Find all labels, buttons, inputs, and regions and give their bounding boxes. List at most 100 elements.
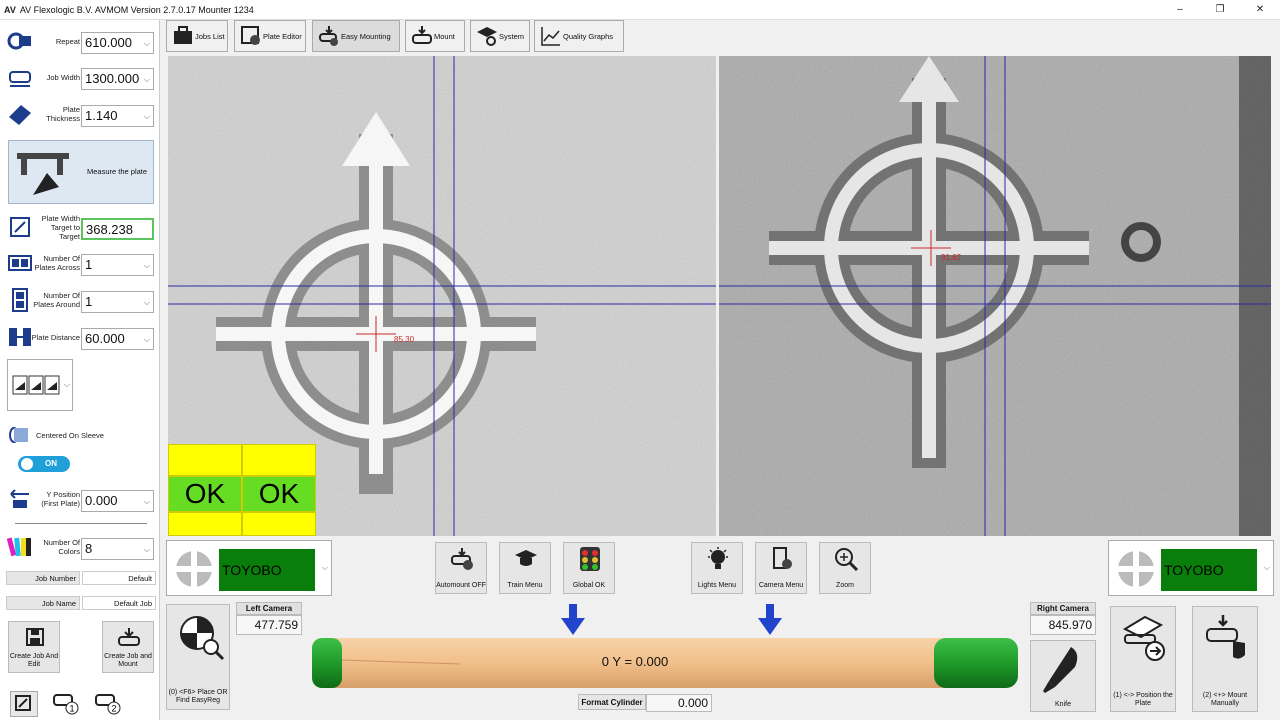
maximize-button[interactable]: ❐ — [1200, 0, 1240, 20]
ok-cell-top-right — [242, 444, 316, 476]
left-material-select[interactable]: TOYOBO ⌵ — [166, 540, 332, 596]
automount-button[interactable]: Automount OFF — [435, 542, 487, 594]
mount-label: Mount — [434, 32, 455, 41]
minimize-button[interactable]: – — [1160, 0, 1200, 20]
close-button[interactable]: ✕ — [1240, 0, 1280, 20]
position-plate-label: (1) <-> Position the Plate — [1113, 692, 1173, 707]
zoom-button[interactable]: Zoom — [819, 542, 871, 594]
right-camera-value: 845.970 — [1030, 615, 1096, 635]
chevron-down-icon[interactable]: ⌵ — [144, 73, 150, 87]
ok-cell-bottom-right — [242, 512, 316, 536]
plate-width-label: Plate Width Target to Target — [41, 213, 80, 241]
plate-layout-select[interactable]: ⌵ — [7, 359, 73, 411]
colors-input[interactable]: 8 ⌵ — [81, 538, 154, 560]
tab-mount-2[interactable]: 2 — [94, 691, 122, 717]
job-name-input[interactable]: Default Job — [82, 596, 156, 610]
zoom-icon — [835, 548, 858, 571]
plates-around-value: 1 — [85, 294, 93, 309]
y-position-label: Y Position (First Plate) — [41, 490, 80, 508]
knife-button[interactable]: Knife — [1030, 640, 1096, 712]
plate-editor-button[interactable]: Plate Editor — [234, 20, 306, 52]
colors-row: Number Of Colors 8 ⌵ — [0, 530, 160, 564]
create-job-edit-button[interactable]: Create Job And Edit — [8, 621, 60, 673]
left-camera-readout: Left Camera 477.759 — [236, 602, 302, 635]
chevron-down-icon: ⌵ — [321, 563, 328, 572]
job-name-label: Job Name — [6, 596, 80, 610]
toggle-state: ON — [45, 459, 57, 468]
chevron-down-icon[interactable]: ⌵ — [144, 543, 150, 557]
easy-mounting-label: Easy Mounting — [341, 32, 391, 41]
measure-plate-button[interactable]: Measure the plate — [8, 140, 154, 204]
format-cylinder-value[interactable]: 0.000 — [646, 694, 712, 712]
centered-row: Centered On Sleeve — [0, 418, 160, 452]
plate-thickness-input[interactable]: 1.140 ⌵ — [81, 105, 154, 127]
plate-distance-row: Plate Distance 60.000 ⌵ — [0, 320, 160, 354]
right-camera-image — [719, 56, 1271, 536]
plate-width-input[interactable]: 368.238 — [81, 218, 154, 240]
global-ok-button[interactable]: Global OK — [563, 542, 615, 594]
plate-width-row: Plate Width Target to Target 368.238 — [0, 210, 160, 244]
line-chart-icon — [541, 27, 560, 46]
right-material-value: TOYOBO — [1161, 549, 1257, 591]
camera-settings-icon — [773, 547, 792, 569]
system-label: System — [499, 32, 525, 41]
job-name-row: Job Name Default Job — [6, 596, 156, 610]
y-position-input[interactable]: 0.000 ⌵ — [81, 490, 154, 512]
ok-cell-bottom-left — [168, 512, 242, 536]
position-plate-button[interactable]: (1) <-> Position the Plate — [1110, 606, 1176, 712]
repeat-row: Repeat 610.000 ⌵ — [0, 24, 160, 58]
easy-mounting-button[interactable]: Easy Mounting — [312, 20, 400, 52]
window-controls: – ❐ ✕ — [1160, 0, 1280, 20]
mount-1-icon: 1 — [53, 694, 79, 715]
left-material-value: TOYOBO — [219, 549, 315, 591]
plate-editor-icon — [241, 26, 260, 45]
panel-tabs: 1 2 — [0, 687, 160, 720]
easyreg-search-icon — [180, 616, 225, 661]
easy-mounting-icon — [319, 26, 338, 46]
cylinder-y-readout: 0 Y = 0.000 — [601, 654, 669, 669]
jobs-list-button[interactable]: Jobs List — [166, 20, 228, 52]
tab-mount-1[interactable]: 1 — [52, 691, 80, 717]
ok-right-text: OK — [258, 478, 300, 509]
mount-manually-button[interactable]: (2) <+> Mount Manually — [1192, 606, 1258, 712]
create-job-edit-label: Create Job And Edit — [9, 653, 59, 668]
system-button[interactable]: System — [470, 20, 530, 52]
place-find-easyreg-button[interactable]: (0) <F6> Place OR Find EasyReg — [166, 604, 230, 710]
right-position-arrow-icon — [758, 604, 782, 635]
job-width-input[interactable]: 1300.000 ⌵ — [81, 68, 154, 90]
job-number-label: Job Number — [6, 571, 80, 585]
plate-distance-input[interactable]: 60.000 ⌵ — [81, 328, 154, 350]
chevron-down-icon[interactable]: ⌵ — [144, 495, 150, 509]
right-material-select[interactable]: TOYOBO ⌵ — [1108, 540, 1274, 596]
y-position-row: Y Position (First Plate) 0.000 ⌵ — [0, 482, 160, 516]
right-camera-label: Right Camera — [1030, 602, 1096, 615]
chevron-down-icon[interactable]: ⌵ — [144, 259, 150, 273]
target-cross-icon — [174, 549, 214, 589]
mount-button[interactable]: Mount — [405, 20, 465, 52]
chevron-down-icon[interactable]: ⌵ — [144, 296, 150, 310]
job-number-row: Job Number Default — [6, 571, 156, 585]
svg-text:2: 2 — [112, 704, 117, 714]
tab-plate-settings[interactable] — [10, 691, 38, 717]
train-menu-button[interactable]: Train Menu — [499, 542, 551, 594]
right-camera-view[interactable]: 91.62 — [719, 56, 1271, 536]
job-number-input[interactable]: Default — [82, 571, 156, 585]
repeat-input[interactable]: 610.000 ⌵ — [81, 32, 154, 54]
centered-toggle[interactable]: ON — [18, 456, 70, 472]
lights-menu-button[interactable]: Lights Menu — [691, 542, 743, 594]
chevron-down-icon[interactable]: ⌵ — [144, 110, 150, 124]
chevron-down-icon[interactable]: ⌵ — [144, 333, 150, 347]
ok-cell-top-left — [168, 444, 242, 476]
camera-menu-label: Camera Menu — [758, 582, 804, 589]
quality-graphs-button[interactable]: Quality Graphs — [534, 20, 624, 52]
plates-around-input[interactable]: 1 ⌵ — [81, 291, 154, 313]
plates-around-row: Number Of Plates Around 1 ⌵ — [0, 283, 160, 317]
mount-manually-icon — [1206, 615, 1245, 659]
plates-across-input[interactable]: 1 ⌵ — [81, 254, 154, 276]
main-toolbar: Jobs List Plate Editor Easy Mounting Mou… — [160, 20, 1280, 52]
mount-icon — [412, 26, 432, 44]
create-job-mount-button[interactable]: Create Job and Mount — [102, 621, 154, 673]
chevron-down-icon[interactable]: ⌵ — [144, 37, 150, 51]
camera-menu-button[interactable]: Camera Menu — [755, 542, 807, 594]
right-camera-readout: Right Camera 845.970 — [1030, 602, 1096, 635]
